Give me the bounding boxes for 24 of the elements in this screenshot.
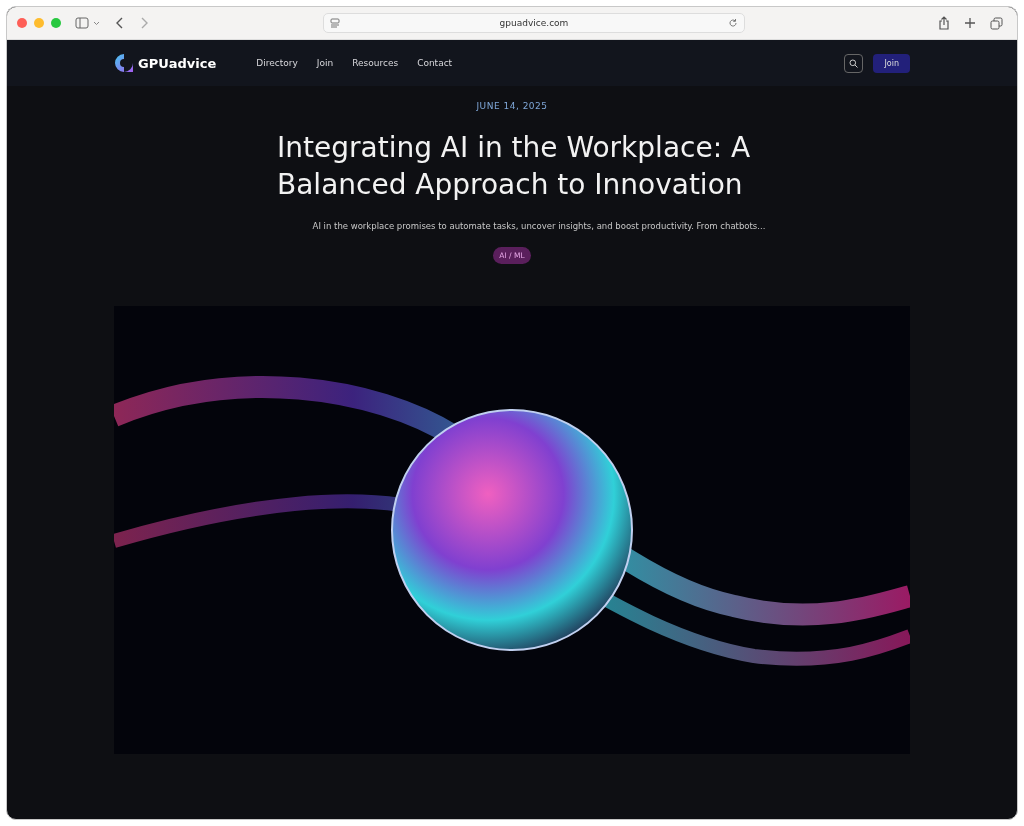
close-window-icon[interactable]	[17, 18, 27, 28]
logo-text[interactable]: GPUadvice	[138, 55, 217, 71]
back-icon[interactable]	[115, 17, 125, 29]
search-button[interactable]	[844, 53, 864, 73]
search-icon	[849, 58, 859, 68]
maximize-window-icon[interactable]	[51, 18, 61, 28]
new-tab-icon[interactable]	[964, 17, 976, 29]
url-text: gpuadvice.com	[499, 18, 569, 28]
nav-link[interactable]: Contact	[417, 58, 453, 68]
share-icon[interactable]	[938, 16, 950, 30]
article-excerpt: AI in the workplace promises to automate tasks, uncover insights, and boost productivity. From chatbots...	[311, 221, 766, 231]
nav-link[interactable]: Directory	[256, 58, 298, 68]
post-date: JUNE 14, 2025	[476, 101, 548, 111]
forward-icon[interactable]	[139, 17, 149, 29]
sidebar-icon[interactable]	[75, 17, 101, 29]
nav-link[interactable]: Resources	[352, 58, 399, 68]
address-bar[interactable]: gpuadvice.com	[323, 13, 745, 33]
page-menu-icon[interactable]	[330, 18, 340, 28]
tabs-overview-icon[interactable]	[990, 16, 1003, 30]
reload-icon[interactable]	[728, 18, 738, 28]
article-title: Integrating AI in the Workplace: A Balanced Approach to Innovation	[276, 130, 752, 203]
join-button[interactable]: Join	[873, 53, 910, 73]
logo-icon[interactable]	[114, 53, 134, 73]
nav-link[interactable]: Join	[316, 58, 334, 68]
